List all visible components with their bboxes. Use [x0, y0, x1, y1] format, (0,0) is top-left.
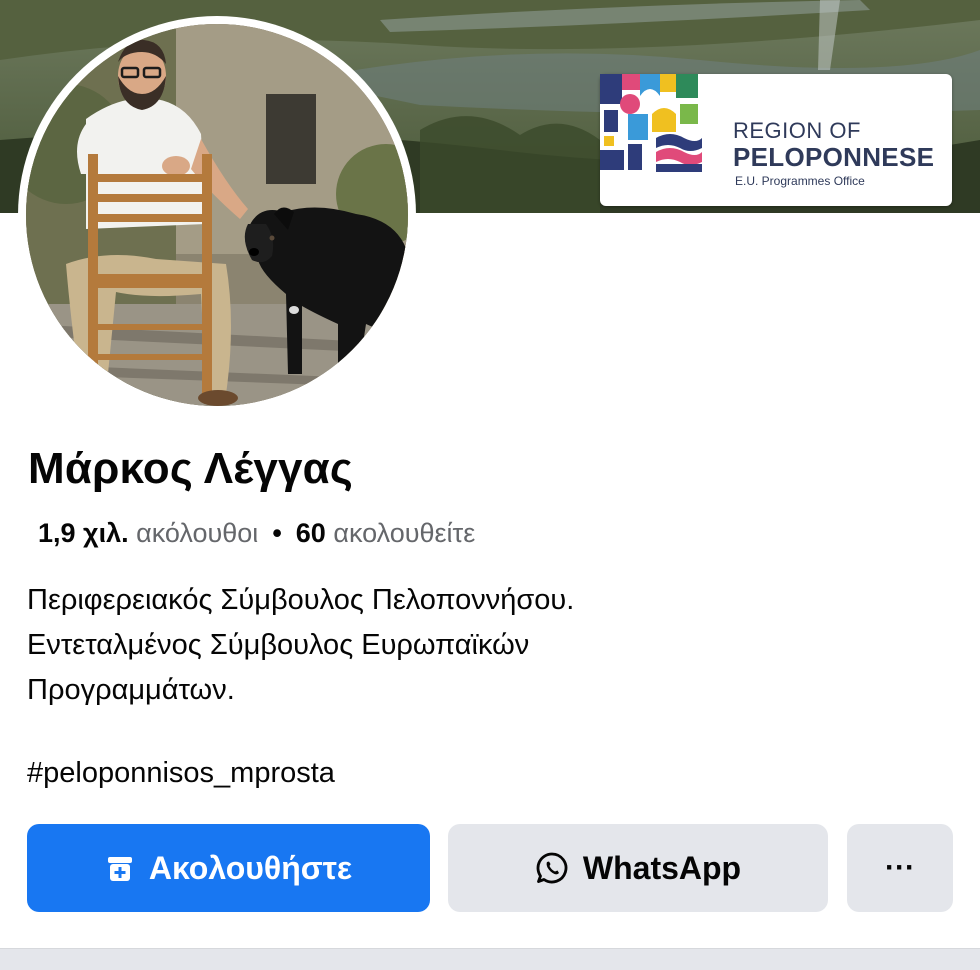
followers-link[interactable]: 1,9 χιλ. ακόλουθοι — [38, 518, 258, 548]
follow-plus-icon — [105, 853, 135, 883]
profile-photo-illustration — [26, 24, 408, 406]
profile-avatar[interactable] — [18, 16, 416, 414]
profile-hashtag[interactable]: #peloponnisos_mprosta — [27, 757, 335, 790]
logo-text-region-of: REGION OF — [733, 118, 861, 143]
profile-photo — [26, 24, 408, 406]
following-link[interactable]: 60 ακολουθείτε — [296, 518, 475, 548]
follow-button-label: Ακολουθήστε — [148, 849, 353, 886]
profile-name: Μάρκος Λέγγας — [28, 444, 354, 493]
follow-button[interactable]: Ακολουθήστε — [27, 824, 430, 912]
logo-text-peloponnese: PELOPONNESE — [733, 142, 935, 172]
bio-line: Προγραμμάτων. — [27, 674, 235, 706]
following-count: 60 — [295, 518, 326, 548]
followers-label: ακόλουθοι — [136, 518, 259, 548]
profile-stats: 1,9 χιλ. ακόλουθοι • 60 ακολουθείτε — [38, 518, 475, 549]
bio-line: Εντεταλμένος Σύμβουλος Ευρωπαϊκών — [27, 629, 530, 661]
region-logo-icon — [600, 74, 702, 172]
more-dots-icon: ··· — [885, 851, 915, 884]
logo-text-office: E.U. Programmes Office — [735, 174, 865, 188]
whatsapp-icon — [535, 851, 569, 885]
stats-separator: • — [272, 518, 282, 548]
following-label: ακολουθείτε — [333, 518, 476, 548]
profile-bio: Περιφερειακός Σύμβουλος Πελοποννήσου. Εν… — [27, 578, 574, 713]
whatsapp-button[interactable]: WhatsApp — [448, 824, 828, 912]
bio-line: Περιφερειακός Σύμβουλος Πελοποννήσου. — [27, 584, 575, 616]
section-divider — [0, 948, 980, 970]
more-options-button[interactable]: ··· — [847, 824, 953, 912]
whatsapp-button-label: WhatsApp — [582, 849, 742, 886]
region-logo-card: REGION OF PELOPONNESE E.U. Programmes Of… — [600, 74, 952, 206]
followers-count: 1,9 χιλ. — [38, 518, 129, 548]
